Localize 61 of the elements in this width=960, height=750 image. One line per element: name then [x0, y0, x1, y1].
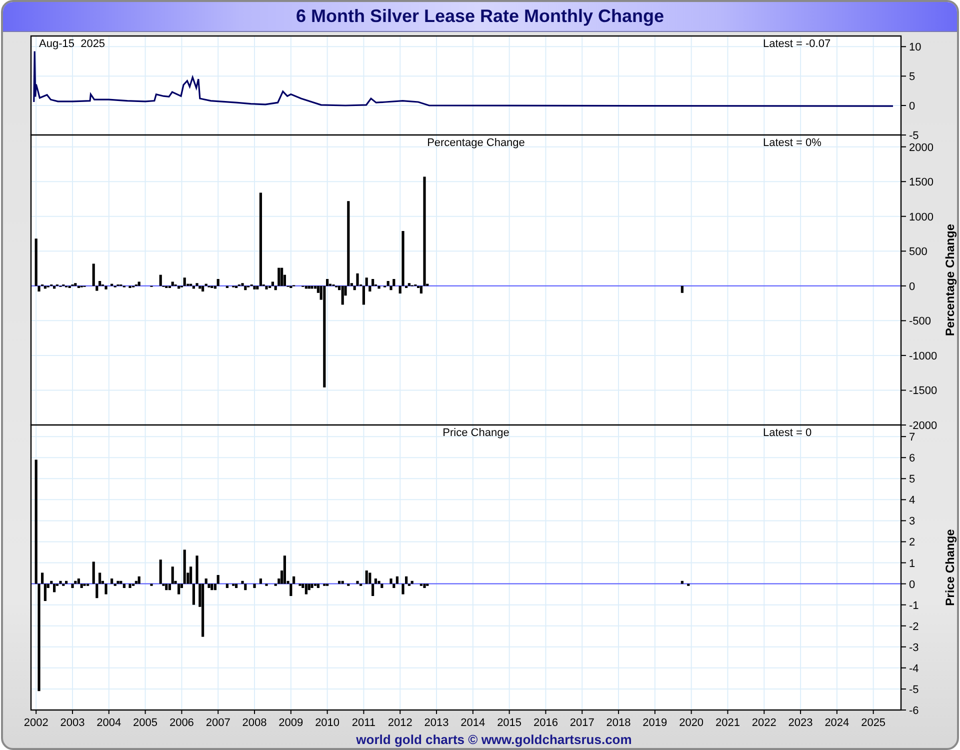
tick-label: -1	[909, 600, 919, 612]
tick-label: -5	[909, 684, 919, 696]
tick-label: 2005	[133, 717, 158, 729]
annotation: Latest = -0.07	[763, 38, 831, 50]
tick-label: 2000	[909, 142, 934, 154]
tick-label: 2002	[24, 717, 48, 729]
chart-title: 6 Month Silver Lease Rate Monthly Change	[296, 6, 664, 27]
tick-label: -3	[909, 642, 919, 654]
tick-label: -1000	[909, 350, 938, 362]
tick-label: 2008	[242, 717, 267, 729]
tick-label: 2011	[352, 717, 376, 729]
footer-link[interactable]: world gold charts © www.goldchartsrus.com	[356, 732, 632, 747]
tick-label: 2017	[570, 717, 594, 729]
tick-label: 2023	[788, 717, 813, 729]
tick-label: 2015	[497, 717, 522, 729]
tick-label: 2021	[715, 717, 740, 729]
tick-label: -5	[909, 130, 919, 142]
tick-label: 2010	[315, 717, 340, 729]
annotation: Latest = 0	[763, 427, 812, 439]
tick-label: 10	[909, 42, 922, 54]
tick-label: 2006	[169, 717, 194, 729]
tick-label: 1	[909, 558, 916, 570]
axis-title: Price Change	[943, 529, 957, 606]
tick-label: 6	[909, 452, 916, 465]
tick-label: 2009	[278, 717, 304, 729]
tick-label: 2003	[60, 717, 85, 729]
chart-title: Percentage Change	[427, 137, 525, 149]
chart-title: Price Change	[442, 427, 510, 439]
tick-label: 2012	[388, 717, 412, 729]
tick-label: 2007	[206, 717, 230, 729]
tick-label: 5	[909, 71, 916, 84]
tick-label: 2020	[679, 717, 704, 729]
tick-label: 2	[909, 536, 916, 549]
tick-label: 2025	[861, 717, 886, 729]
tick-label: -2000	[909, 420, 938, 432]
axis-title: Percentage Change	[943, 224, 957, 336]
tick-label: 2024	[824, 717, 850, 729]
tick-label: 0	[909, 578, 916, 591]
tick-label: 1000	[909, 211, 934, 224]
tick-label: -1500	[909, 385, 938, 398]
tick-label: 4	[909, 494, 916, 507]
tick-label: -500	[909, 316, 932, 328]
tick-label: 7	[909, 432, 916, 444]
tick-label: 5	[909, 474, 916, 486]
tick-label: 2014	[460, 717, 486, 729]
annotation: Aug-15 2025	[39, 38, 106, 50]
tick-label: 500	[909, 246, 928, 258]
tick-label: 2004	[96, 717, 122, 729]
tick-label: -4	[909, 662, 919, 675]
tick-label: -2	[909, 620, 919, 633]
tick-label: -6	[909, 705, 919, 717]
tick-label: 2019	[642, 717, 668, 729]
tick-label: 2016	[533, 717, 558, 729]
tick-label: 3	[909, 516, 916, 528]
tick-label: 2013	[424, 717, 449, 729]
tick-label: 0	[909, 100, 916, 113]
tick-label: 2018	[606, 717, 631, 729]
annotation: Latest = 0%	[763, 137, 822, 149]
tick-label: 2022	[752, 717, 776, 729]
tick-label: 1500	[909, 176, 934, 189]
tick-label: 0	[909, 280, 916, 293]
